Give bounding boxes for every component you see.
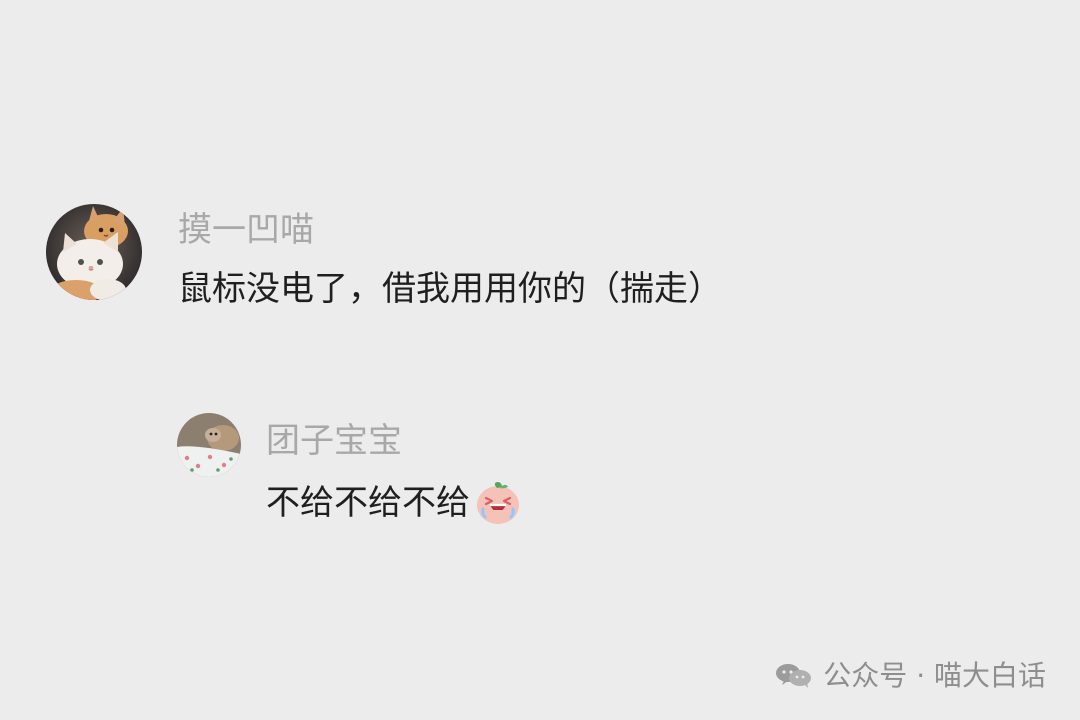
reply-comment: 团子宝宝 不给不给不给 — [177, 410, 597, 530]
crying-face-icon — [474, 480, 522, 528]
footer-brand: 公众号 · 喵大白话 — [773, 660, 1046, 692]
reply-message-text: 不给不给不给 — [266, 483, 470, 524]
comment-message-text: 鼠标没电了，借我用用你的（揣走） — [178, 269, 722, 309]
footer-label: 公众号 · 喵大白话 — [823, 659, 1046, 692]
comment-message: 鼠标没电了，借我用用你的（揣走） — [178, 269, 722, 309]
pet-avatar-icon[interactable] — [177, 413, 241, 477]
cat-avatar-icon[interactable] — [46, 204, 142, 300]
main-comment: 摸一凹喵 鼠标没电了，借我用用你的（揣走） — [46, 204, 806, 314]
reply-message: 不给不给不给 — [266, 480, 522, 528]
wechat-icon — [773, 660, 815, 692]
reply-username[interactable]: 团子宝宝 — [266, 424, 402, 458]
comment-username[interactable]: 摸一凹喵 — [178, 213, 314, 247]
